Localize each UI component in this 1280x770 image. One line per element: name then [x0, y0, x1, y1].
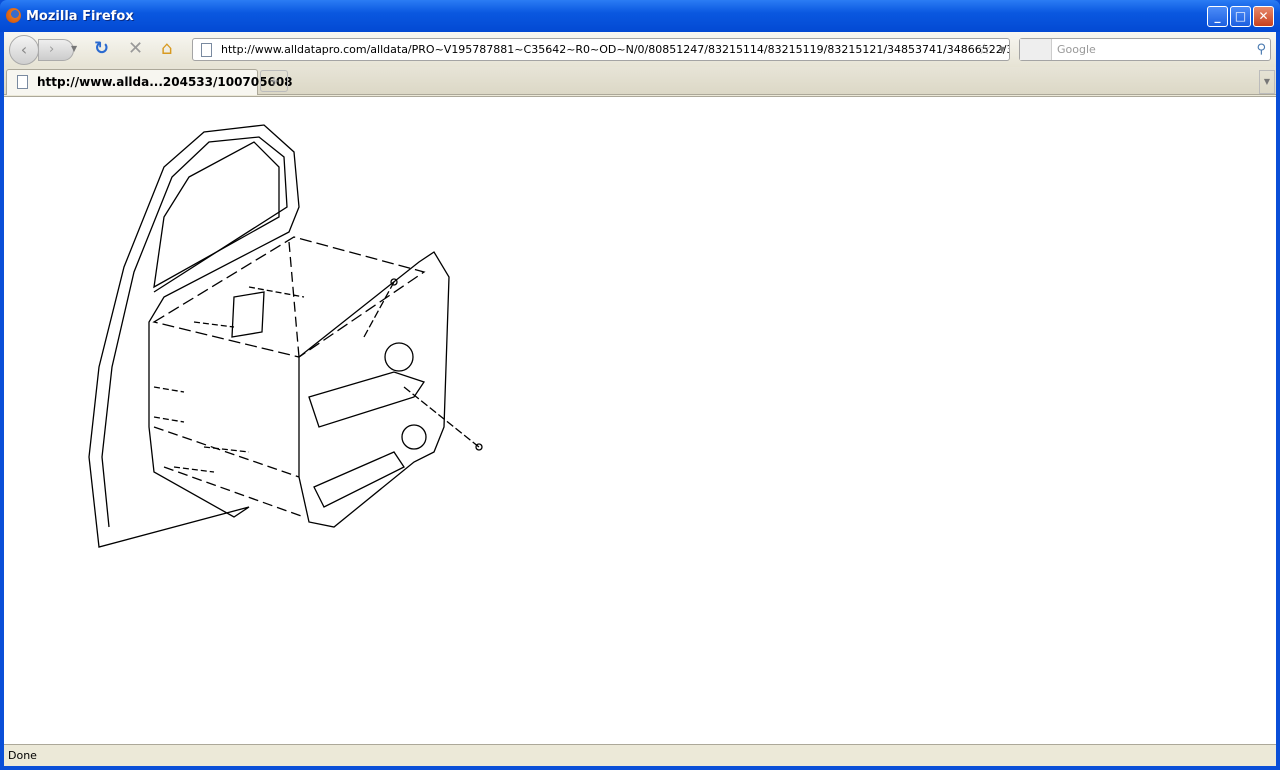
- page-icon: [201, 43, 212, 57]
- new-tab-button[interactable]: +: [260, 70, 288, 92]
- tab-label: http://www.allda...204533/100705608: [37, 75, 293, 89]
- door-panel-diagram: [88, 124, 483, 548]
- tab-alldata[interactable]: http://www.allda...204533/100705608: [6, 69, 293, 95]
- title-bar: Mozilla Firefox _ □ ✕: [0, 0, 1280, 32]
- window-title: Mozilla Firefox: [26, 9, 134, 24]
- forward-button[interactable]: ›: [38, 39, 74, 61]
- history-dropdown-icon[interactable]: ▼: [71, 38, 77, 60]
- minimize-button[interactable]: _: [1207, 6, 1228, 27]
- stop-icon[interactable]: ✕: [128, 38, 143, 60]
- maximize-button[interactable]: □: [1230, 6, 1251, 27]
- tab-bar: http://www.allda...204533/100705608 + ▼: [4, 67, 1276, 95]
- home-icon[interactable]: ⌂: [161, 38, 172, 60]
- google-engine-icon[interactable]: [1020, 39, 1052, 60]
- search-icon[interactable]: ⚲: [1256, 39, 1266, 60]
- url-text: http://www.alldatapro.com/alldata/PRO~V1…: [221, 43, 1010, 56]
- url-bar[interactable]: http://www.alldatapro.com/alldata/PRO~V1…: [192, 38, 1010, 61]
- navigation-toolbar: › ‹ ▼ ↻ ✕ ⌂ http://www.alldatapro.com/al…: [4, 32, 1276, 67]
- status-text: Done: [8, 749, 37, 762]
- firefox-logo-icon: [6, 8, 21, 23]
- bookmark-star-icon[interactable]: ☆: [978, 39, 991, 60]
- page-icon: [17, 75, 28, 89]
- url-dropdown-icon[interactable]: ▼: [999, 39, 1005, 60]
- reload-icon[interactable]: ↻: [94, 38, 109, 60]
- status-bar: Done: [4, 744, 1276, 766]
- search-placeholder: Google: [1057, 43, 1096, 56]
- page-content: [4, 96, 1276, 744]
- back-button[interactable]: ‹: [9, 35, 39, 65]
- list-all-tabs-button[interactable]: ▼: [1259, 70, 1275, 94]
- close-button[interactable]: ✕: [1253, 6, 1274, 27]
- search-box[interactable]: Google ⚲: [1019, 38, 1271, 61]
